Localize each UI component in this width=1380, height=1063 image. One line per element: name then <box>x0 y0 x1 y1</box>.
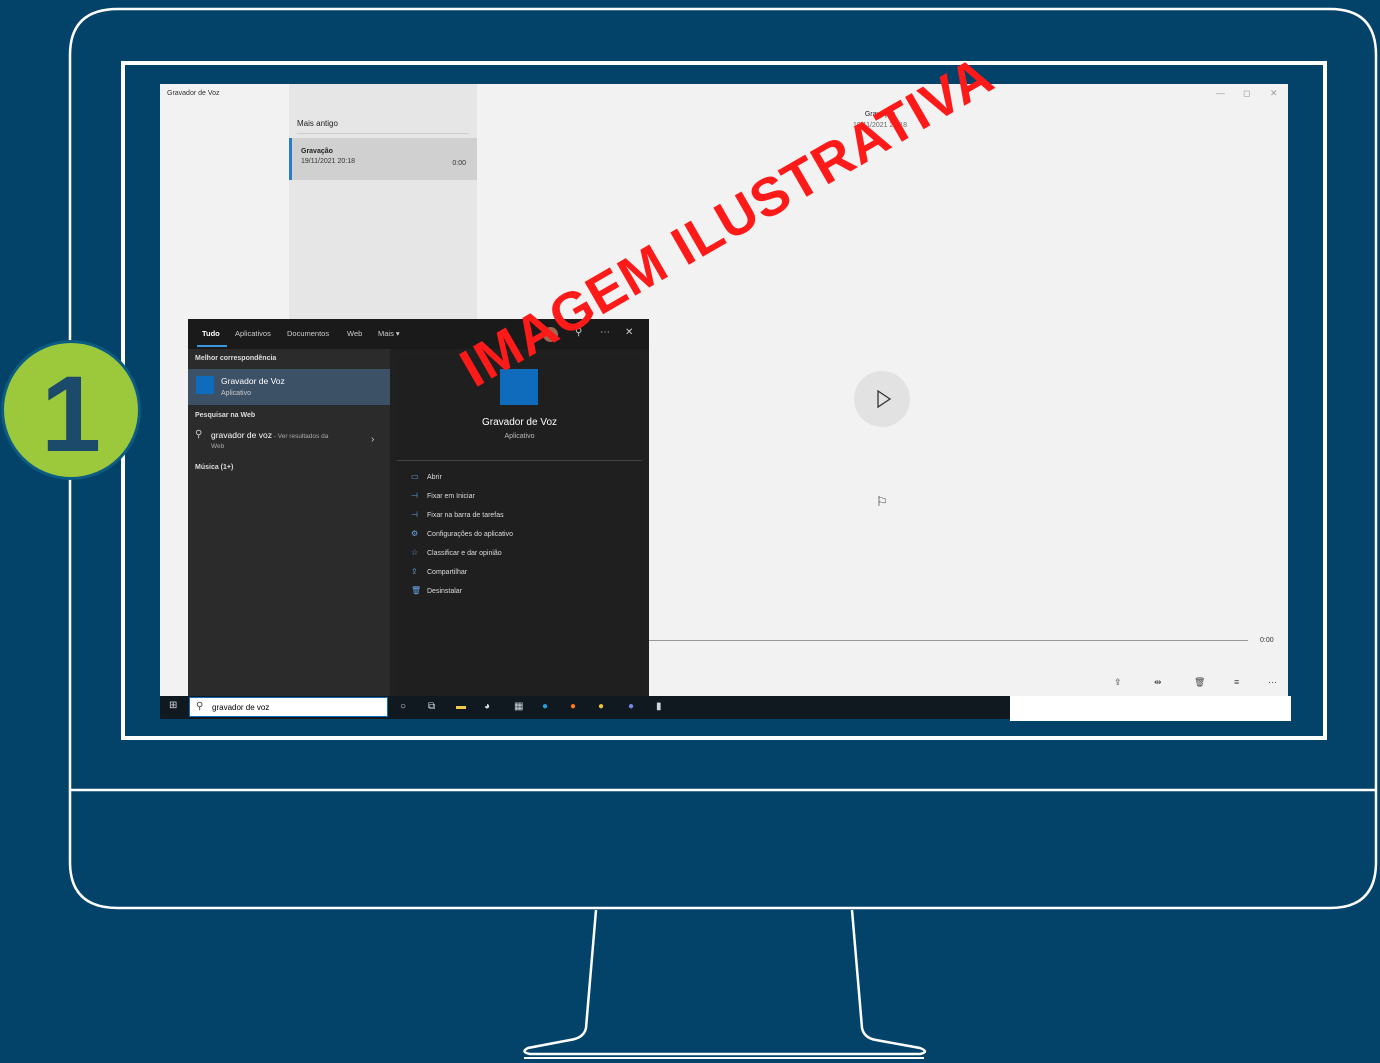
flag-icon[interactable]: ⚐ <box>876 494 888 510</box>
paint-icon[interactable]: ◕ <box>484 701 490 712</box>
recording-item[interactable]: Gravação 19/11/2021 20:18 0:00 <box>289 138 477 180</box>
app-detail-pane: Gravador de Voz Aplicativo ▭ Abrir ⊣ Fixar… <box>397 355 642 696</box>
share-icon[interactable]: ⇪ <box>1114 677 1122 688</box>
trash-icon: 🗑 <box>411 586 422 595</box>
web-hint-2: Web <box>211 443 225 450</box>
chrome-icon[interactable]: ● <box>598 701 604 712</box>
step-number: 1 <box>40 353 102 474</box>
divider <box>297 133 469 134</box>
active-tab-indicator <box>197 345 227 347</box>
star-icon: ☆ <box>411 548 419 557</box>
taskbar-search-input[interactable]: ⚲ gravador de voz <box>189 697 388 717</box>
tab-more[interactable]: Mais ▾ <box>378 329 400 338</box>
tab-documents[interactable]: Documentos <box>287 329 329 338</box>
progress-track[interactable] <box>648 640 1248 641</box>
step-badge: 1 <box>4 343 138 477</box>
search-icon: ⚲ <box>195 429 203 440</box>
action-pin-start[interactable]: ⊣ Fixar em Iniciar <box>411 491 475 500</box>
trim-icon[interactable]: ⇹ <box>1154 677 1162 688</box>
action-open[interactable]: ▭ Abrir <box>411 472 442 481</box>
best-match-name: Gravador de Voz <box>221 376 285 386</box>
file-explorer-icon[interactable]: ▬ <box>456 701 466 712</box>
taskbar-tray-area <box>1010 696 1291 721</box>
play-button[interactable] <box>854 371 910 427</box>
edge-icon[interactable]: ● <box>542 701 548 712</box>
web-hint: - Ver resultados da <box>271 433 329 440</box>
play-icon <box>877 389 892 409</box>
search-text: gravador de voz <box>212 703 270 712</box>
chevron-right-icon[interactable]: › <box>371 434 374 445</box>
task-view-icon[interactable]: ⧉ <box>428 701 435 712</box>
gear-icon: ⚙ <box>411 529 419 538</box>
pin-icon: ⊣ <box>411 491 418 500</box>
action-share[interactable]: ⇪ Compartilhar <box>411 567 467 576</box>
tab-web[interactable]: Web <box>347 329 362 338</box>
voice-recorder-icon <box>196 376 214 394</box>
windows-start-icon[interactable]: ⊞ <box>169 700 177 711</box>
minimize-button[interactable]: — <box>1216 88 1225 98</box>
list-header[interactable]: Mais antigo <box>297 119 338 128</box>
search-icon: ⚲ <box>196 701 204 712</box>
close-icon[interactable]: ✕ <box>625 327 633 338</box>
taskbar: ⊞ ⚲ gravador de voz ○ ⧉ ▬ ◕ ▦ ● ● ● ● ▮ <box>160 696 1291 721</box>
action-settings[interactable]: ⚙ Configurações do aplicativo <box>411 529 513 538</box>
recording-duration: 0:00 <box>452 160 466 167</box>
web-header: Pesquisar na Web <box>195 412 256 419</box>
action-uninstall[interactable]: 🗑 Desinstalar <box>411 586 462 595</box>
best-match-item[interactable]: Gravador de Voz Aplicativo <box>188 369 390 405</box>
rename-icon[interactable]: ≡ <box>1234 677 1239 687</box>
maximize-button[interactable]: ◻ <box>1243 88 1250 99</box>
pin-taskbar-icon: ⊣ <box>411 510 418 519</box>
cortana-icon[interactable]: ○ <box>400 701 406 712</box>
web-query: gravador de voz <box>211 430 272 440</box>
calculator-icon[interactable]: ▦ <box>514 701 523 712</box>
tab-all[interactable]: Tudo <box>202 329 220 338</box>
delete-icon[interactable]: 🗑 <box>1194 677 1205 688</box>
share-icon: ⇪ <box>411 567 418 576</box>
best-match-type: Aplicativo <box>221 390 251 397</box>
best-match-header: Melhor correspondência <box>195 355 277 362</box>
tab-apps[interactable]: Aplicativos <box>235 329 271 338</box>
firefox-icon[interactable]: ● <box>570 701 576 712</box>
start-search-panel: Tudo Aplicativos Documentos Web Mais ▾ ⚲… <box>188 319 649 696</box>
recording-date: 19/11/2021 20:18 <box>301 158 355 165</box>
teams-icon[interactable]: ● <box>628 701 634 712</box>
window-title: Gravador de Voz <box>167 90 220 97</box>
action-pin-taskbar[interactable]: ⊣ Fixar na barra de tarefas <box>411 510 504 519</box>
divider <box>397 460 642 461</box>
action-rate[interactable]: ☆ Classificar e dar opinião <box>411 548 502 557</box>
voice-recorder-taskbar-icon[interactable]: ▮ <box>656 701 662 712</box>
recording-name: Gravação <box>301 148 333 155</box>
results-list: Melhor correspondência Gravador de Voz A… <box>188 349 390 696</box>
detail-name: Gravador de Voz <box>481 417 558 428</box>
music-header[interactable]: Música (1+) <box>195 464 233 471</box>
time-end: 0:00 <box>1260 637 1274 644</box>
detail-type: Aplicativo <box>504 433 535 440</box>
open-icon: ▭ <box>411 472 419 481</box>
close-button[interactable]: ✕ <box>1270 88 1278 99</box>
more-icon[interactable]: ⋯ <box>1268 677 1277 688</box>
